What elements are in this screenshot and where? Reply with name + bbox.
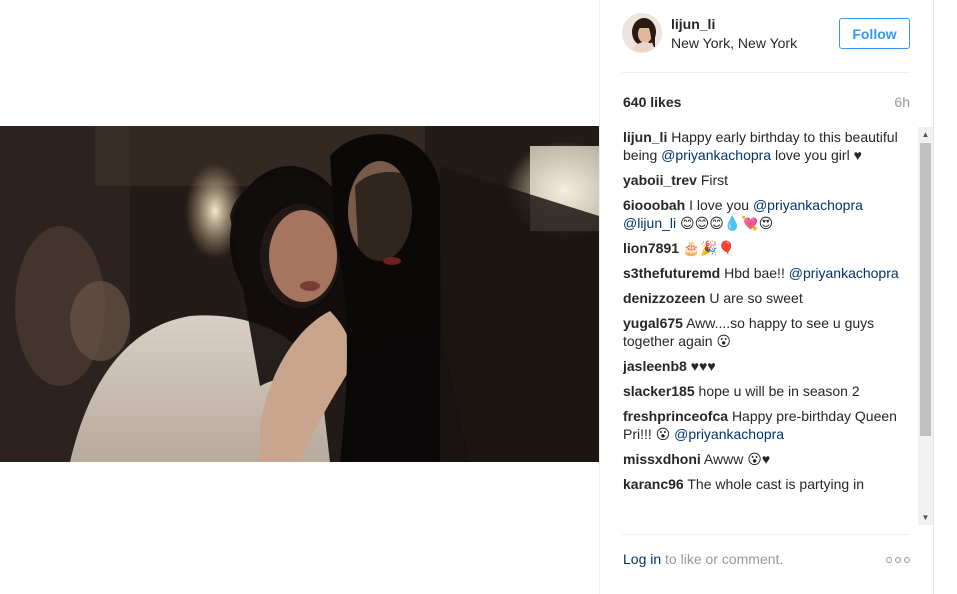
comment-text: I love you bbox=[689, 197, 753, 213]
comment-mention[interactable]: @priyankachopra bbox=[789, 265, 899, 281]
footer-divider bbox=[622, 534, 910, 535]
comment-text: The whole cast is partying in bbox=[687, 476, 864, 492]
more-dot bbox=[895, 557, 901, 563]
comment-username[interactable]: yugal675 bbox=[623, 315, 683, 331]
comment-text: love you girl ♥ bbox=[771, 147, 862, 163]
media-pane bbox=[0, 0, 599, 594]
comment-item: karanc96 The whole cast is partying in bbox=[623, 475, 905, 493]
comment-item: slacker185 hope u will be in season 2 bbox=[623, 382, 905, 400]
comment-mention[interactable]: @priyankachopra bbox=[674, 426, 784, 442]
avatar-image bbox=[623, 14, 661, 52]
right-edge-border bbox=[933, 0, 934, 594]
comment-item: yaboii_trev First bbox=[623, 171, 905, 189]
comment-text: Awww 😮♥ bbox=[703, 451, 771, 467]
comment-mention[interactable]: @priyankachopra bbox=[661, 147, 771, 163]
scroll-thumb[interactable] bbox=[920, 143, 931, 436]
comment-item: freshprinceofca Happy pre-birthday Queen… bbox=[623, 407, 905, 443]
comment-username[interactable]: lion7891 bbox=[623, 240, 679, 256]
scroll-down-arrow-icon[interactable]: ▼ bbox=[918, 510, 933, 525]
comment-text: Hbd bae!! bbox=[724, 265, 789, 281]
comment-username[interactable]: denizzozeen bbox=[623, 290, 705, 306]
comments-list: lijun_li Happy early birthday to this be… bbox=[623, 128, 913, 525]
likes-count[interactable]: 640 likes bbox=[623, 94, 681, 110]
comment-item: lion7891 🎂🎉🎈 bbox=[623, 239, 905, 257]
comments-scrollbar[interactable]: ▲ ▼ bbox=[918, 127, 933, 525]
post-details-pane: lijun_li New York, New York Follow 640 l… bbox=[600, 0, 933, 594]
comment-mention[interactable]: @lijun_li bbox=[623, 215, 676, 231]
comment-item: denizzozeen U are so sweet bbox=[623, 289, 905, 307]
post-timestamp[interactable]: 6h bbox=[894, 94, 910, 110]
comment-text: hope u will be in season 2 bbox=[698, 383, 860, 399]
comment-text: First bbox=[700, 172, 729, 188]
comment-item: missxdhoni Awww 😮♥ bbox=[623, 450, 905, 468]
comment-item: yugal675 Aww....so happy to see u guys t… bbox=[623, 314, 905, 350]
post-location[interactable]: New York, New York bbox=[671, 35, 797, 51]
comment-username[interactable]: 6iooobah bbox=[623, 197, 685, 213]
comment-username[interactable]: freshprinceofca bbox=[623, 408, 728, 424]
comment-username[interactable]: jasleenb8 bbox=[623, 358, 687, 374]
more-dot bbox=[904, 557, 910, 563]
comment-text: 🎂🎉🎈 bbox=[682, 240, 736, 256]
comment-username[interactable]: lijun_li bbox=[623, 129, 667, 145]
comment-username[interactable]: yaboii_trev bbox=[623, 172, 697, 188]
comment-item: s3thefuturemd Hbd bae!! @priyankachopra bbox=[623, 264, 905, 282]
follow-button[interactable]: Follow bbox=[839, 18, 910, 49]
comment-text: 😊😊😊💧💘😍 bbox=[676, 215, 774, 231]
scroll-up-arrow-icon[interactable]: ▲ bbox=[918, 127, 933, 142]
login-prompt-text: to like or comment. bbox=[661, 551, 784, 567]
post-username[interactable]: lijun_li bbox=[671, 16, 715, 32]
comment-item: jasleenb8 ♥♥♥ bbox=[623, 357, 905, 375]
post-photo[interactable] bbox=[0, 126, 599, 462]
comment-username[interactable]: slacker185 bbox=[623, 383, 695, 399]
comment-item: lijun_li Happy early birthday to this be… bbox=[623, 128, 905, 164]
more-options-icon[interactable] bbox=[886, 553, 912, 567]
comment-username[interactable]: karanc96 bbox=[623, 476, 684, 492]
comment-text: ♥♥♥ bbox=[690, 358, 716, 374]
comment-username[interactable]: s3thefuturemd bbox=[623, 265, 720, 281]
more-dot bbox=[886, 557, 892, 563]
avatar[interactable] bbox=[622, 13, 662, 53]
post-page: lijun_li New York, New York Follow 640 l… bbox=[0, 0, 957, 594]
comment-item: 6iooobah I love you @priyankachopra @lij… bbox=[623, 196, 905, 232]
comment-username[interactable]: missxdhoni bbox=[623, 451, 701, 467]
login-link[interactable]: Log in bbox=[623, 551, 661, 567]
post-header: lijun_li New York, New York Follow bbox=[622, 12, 910, 58]
comment-text: U are so sweet bbox=[709, 290, 803, 306]
photo-illustration bbox=[0, 126, 599, 462]
comment-mention[interactable]: @priyankachopra bbox=[753, 197, 863, 213]
header-divider bbox=[622, 72, 910, 73]
login-prompt: Log in to like or comment. bbox=[623, 551, 783, 567]
